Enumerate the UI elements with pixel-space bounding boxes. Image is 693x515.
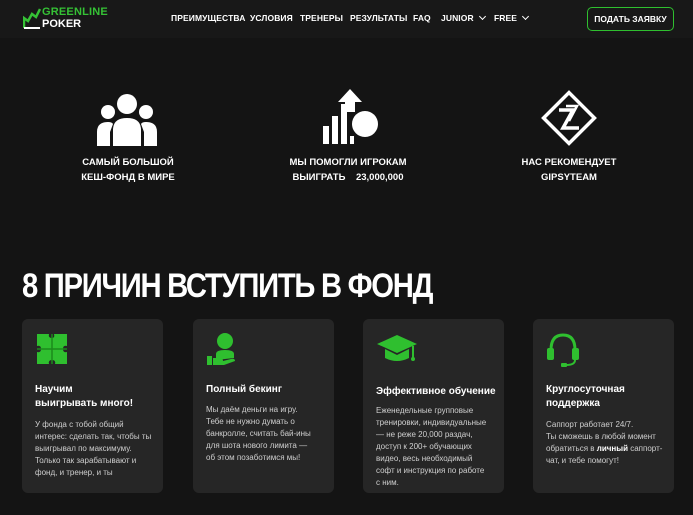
logo-text-top: GREENLINE	[42, 6, 108, 18]
card-title-line: Эффективное обучение	[376, 386, 496, 397]
card-text-line: Мы даём деньги на игру.	[206, 405, 298, 414]
card-text-line: выигрывал по максимуму.	[35, 444, 132, 453]
growth-chart-icon	[323, 89, 378, 144]
card-text-line-mixed: обратиться в личный саппорт-	[546, 443, 668, 455]
card-text: Саппорт работает 24/7. Ты сможешь в любо…	[546, 419, 668, 467]
users-group-icon	[97, 94, 157, 146]
card-text-line: Саппорт работает 24/7.	[546, 420, 634, 429]
site-header: GREENLINE POKER ПРЕИМУЩЕСТВА УСЛОВИЯ ТРЕ…	[0, 0, 693, 38]
feature-winnings-line2: ВЫИГРАТЬ 23,000,000	[292, 172, 404, 183]
feature-cash-fund-line2: КЕШ-ФОНД В МИРЕ	[81, 172, 175, 183]
card-text: Еженедельные групповые тренировки, индив…	[376, 405, 498, 489]
chevron-down-icon	[522, 12, 530, 21]
apply-button[interactable]: ПОДАТЬ ЗАЯВКУ	[587, 7, 674, 31]
gipsyteam-logo-icon	[541, 90, 597, 146]
card-text-line: для шота нового лимита —	[206, 441, 308, 450]
card-title-line: Научим	[35, 384, 73, 395]
headset-icon	[547, 333, 579, 367]
card-title-line: Круглосуточная	[546, 384, 625, 395]
card-text-line: У фонда с тобой общий	[35, 420, 124, 429]
reason-card-education: Эффективное обучение Еженедельные группо…	[363, 319, 504, 493]
section-title: 8 ПРИЧИН ВСТУПИТЬ В ФОНД	[22, 267, 433, 305]
card-title: Научим выигрывать много!	[35, 383, 157, 411]
nav-coaches[interactable]: ТРЕНЕРЫ	[300, 13, 343, 23]
card-title-line: поддержка	[546, 398, 600, 409]
feature-winnings-line1: МЫ ПОМОГЛИ ИГРОКАМ	[289, 157, 407, 168]
card-title: Полный бекинг	[206, 383, 328, 397]
card-text-line: интерес: сделать так, чтобы ты	[35, 432, 152, 441]
card-text: Мы даём деньги на игру. Тебе не нужно ду…	[206, 404, 328, 464]
nav-free-label: FREE	[494, 13, 518, 23]
logo[interactable]: GREENLINE POKER	[23, 6, 113, 32]
feature-recommended-line2: GIPSYTEAM	[541, 172, 597, 183]
card-title: Эффективное обучение	[376, 385, 498, 399]
card-text-line: тренировки, индивидуальные	[376, 418, 487, 427]
nav-junior[interactable]: JUNIOR	[441, 12, 486, 23]
card-text-line: чат, и тебе помогут!	[546, 456, 619, 465]
card-text-line: Еженедельные групповые	[376, 406, 474, 415]
reason-card-learn: Научим выигрывать много! У фонда с тобой…	[22, 319, 163, 493]
card-text-line: видео, весь необходимый	[376, 454, 473, 463]
chevron-down-icon	[478, 12, 486, 21]
nav-faq[interactable]: FAQ	[413, 13, 431, 23]
card-text-line: об этом позаботимся мы!	[206, 453, 301, 462]
nav-conditions[interactable]: УСЛОВИЯ	[250, 13, 293, 23]
feature-recommended: НАС РЕКОМЕНДУЕТ GIPSYTEAM	[489, 155, 649, 185]
card-text-line: с ним.	[376, 478, 399, 487]
reason-card-support: Круглосуточная поддержка Саппорт работае…	[533, 319, 674, 493]
reason-card-backing: Полный бекинг Мы даём деньги на игру. Те…	[193, 319, 334, 493]
card-text-line: банкролле, считать бай-ины	[206, 429, 311, 438]
person-hand-icon	[207, 333, 235, 365]
graduation-cap-icon	[377, 335, 417, 361]
nav-free[interactable]: FREE	[494, 12, 530, 23]
card-text-emphasis: личный	[596, 444, 628, 453]
feature-cash-fund-line1: САМЫЙ БОЛЬШОЙ	[82, 157, 174, 168]
nav-junior-label: JUNIOR	[441, 13, 474, 23]
card-title: Круглосуточная поддержка	[546, 383, 668, 411]
card-text-fragment: обратиться в	[546, 444, 595, 453]
feature-recommended-line1: НАС РЕКОМЕНДУЕТ	[521, 157, 617, 168]
card-title-line: выигрывать много!	[35, 398, 134, 409]
card-text-line: Тебе не нужно думать о	[206, 417, 295, 426]
logo-text-bottom: POKER	[42, 18, 82, 30]
card-text-line: доступ к 200+ обучающих	[376, 442, 472, 451]
card-text-line: Только так зарабатывают и	[35, 456, 137, 465]
card-text-line: фонд, и тренер, и ты	[35, 468, 113, 477]
logo-chart-icon	[23, 8, 41, 29]
nav-advantages[interactable]: ПРЕИМУЩЕСТВА	[171, 13, 245, 23]
card-text-line: — не реже 20,000 раздач,	[376, 430, 473, 439]
nav-results[interactable]: РЕЗУЛЬТАТЫ	[350, 13, 407, 23]
card-text-fragment: саппорт-	[630, 444, 663, 453]
feature-cash-fund: САМЫЙ БОЛЬШОЙ КЕШ-ФОНД В МИРЕ	[48, 155, 208, 185]
card-text-line: Ты сможешь в любой момент	[546, 432, 656, 441]
card-text-line: софт и инструкция по работе	[376, 466, 485, 475]
card-text: У фонда с тобой общий интерес: сделать т…	[35, 419, 157, 479]
card-title-line: Полный бекинг	[206, 384, 283, 395]
feature-winnings: МЫ ПОМОГЛИ ИГРОКАМ ВЫИГРАТЬ 23,000,000	[268, 155, 428, 185]
puzzle-icon	[37, 334, 67, 364]
